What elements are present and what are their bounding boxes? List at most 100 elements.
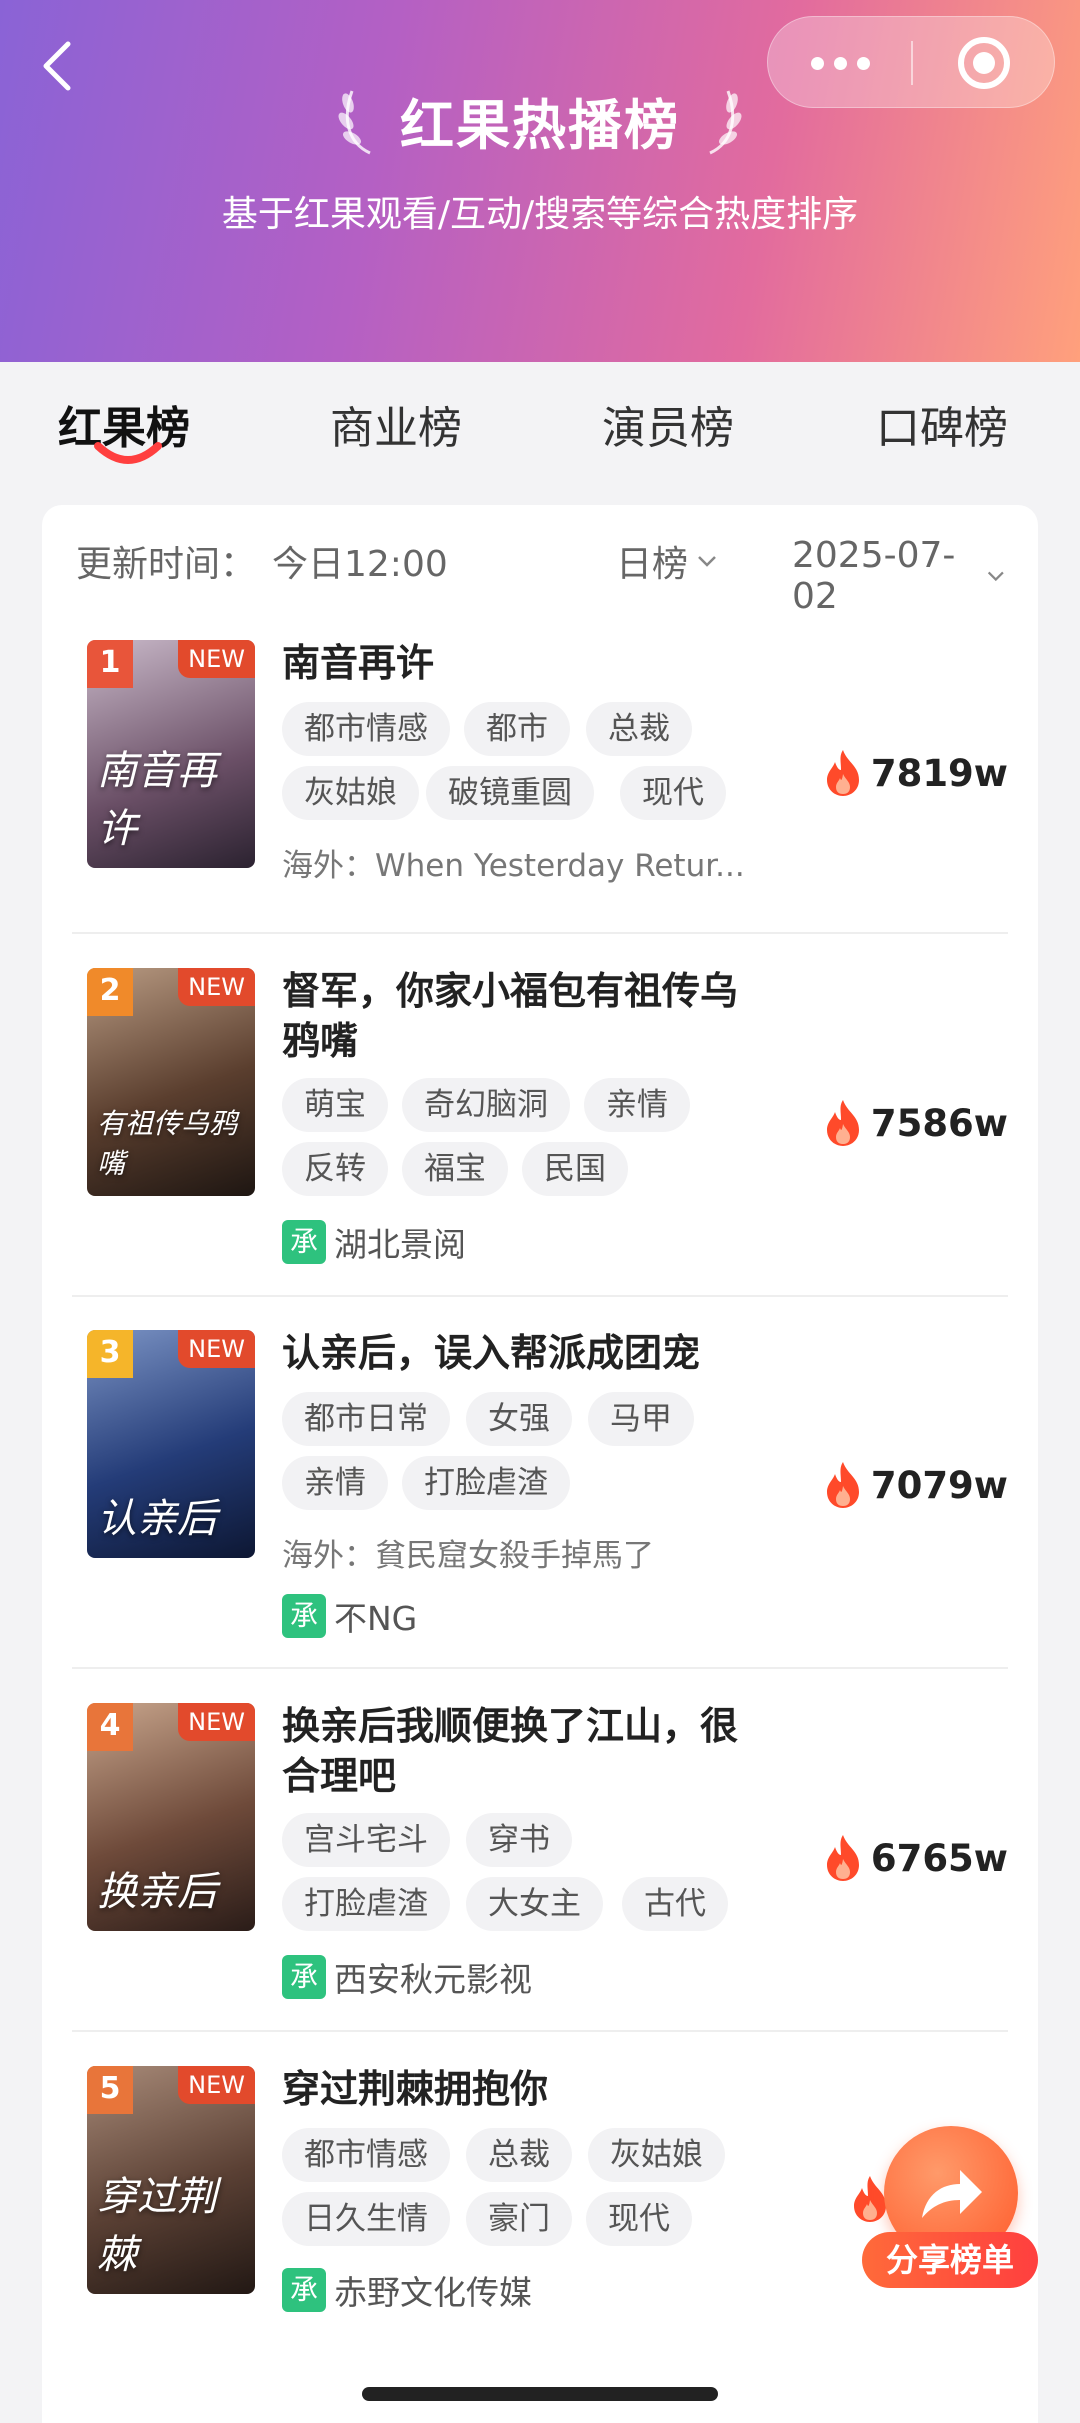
- poster-title: 有祖传乌鸦嘴: [97, 1107, 238, 1180]
- tag[interactable]: 日久生情: [282, 2192, 450, 2246]
- list-item[interactable]: 1 NEW 南音再许 南音再许 都市情感 都市 总裁 灰姑娘 破镜重圆 现代 海…: [42, 640, 1038, 940]
- page-title: 红果热播榜: [400, 93, 680, 157]
- tab-reputation[interactable]: 口碑榜: [876, 392, 1008, 456]
- tag[interactable]: 大女主: [466, 1877, 603, 1931]
- tag[interactable]: 灰姑娘: [588, 2128, 725, 2182]
- drama-title[interactable]: 穿过荆棘拥抱你: [282, 2064, 762, 2114]
- laurel-left-icon: [338, 90, 371, 155]
- tag[interactable]: 古代: [622, 1877, 728, 1931]
- tag[interactable]: 都市情感: [282, 702, 450, 756]
- update-time-value: 今日12:00: [272, 544, 448, 585]
- home-indicator[interactable]: [362, 2387, 718, 2401]
- rank-badge: 4: [87, 1703, 133, 1751]
- ranking-tabs: 红果榜 商业榜 演员榜 口碑榜: [0, 362, 1080, 507]
- tag[interactable]: 灰姑娘: [282, 766, 419, 820]
- list-item[interactable]: 4 NEW 换亲后 换亲后我顺便换了江山，很合理吧 宫斗宅斗 穿书 打脸虐渣 大…: [42, 1703, 1038, 2033]
- chevron-down-icon: [988, 571, 1005, 582]
- tag[interactable]: 打脸虐渣: [282, 1877, 450, 1931]
- laurel-right-icon: [709, 90, 742, 155]
- date-value: 2025-07-02: [792, 535, 956, 617]
- rank-badge: 2: [87, 968, 133, 1016]
- poster-title: 穿过荆棘: [97, 2174, 217, 2278]
- tag[interactable]: 宫斗宅斗: [282, 1813, 450, 1867]
- overseas-title: 海外：When Yesterday Retur...: [282, 848, 745, 884]
- heat-score: 7079w: [823, 1460, 1008, 1510]
- producer-badge: 承: [282, 1955, 326, 1999]
- tag[interactable]: 都市: [464, 702, 570, 756]
- share-ranking-button[interactable]: 分享榜单: [862, 2126, 1062, 2294]
- producer-badge: 承: [282, 2268, 326, 2312]
- producer[interactable]: 承 西安秋元影视: [282, 1953, 532, 2001]
- chevron-down-icon: [698, 556, 716, 567]
- drama-poster[interactable]: 1 NEW 南音再许: [87, 640, 255, 868]
- new-badge: NEW: [178, 640, 255, 678]
- tab-commercial[interactable]: 商业榜: [330, 392, 462, 456]
- drama-poster[interactable]: 4 NEW 换亲后: [87, 1703, 255, 1931]
- heat-value: 6765w: [870, 1836, 1008, 1880]
- drama-title[interactable]: 换亲后我顺便换了江山，很合理吧: [282, 1701, 762, 1801]
- tag[interactable]: 穿书: [466, 1813, 572, 1867]
- item-divider: [72, 1667, 1008, 1669]
- flame-icon: [826, 1100, 859, 1146]
- tag[interactable]: 亲情: [584, 1078, 690, 1132]
- tag[interactable]: 都市日常: [282, 1392, 450, 1446]
- item-divider: [72, 1295, 1008, 1297]
- drama-title[interactable]: 认亲后，误入帮派成团宠: [282, 1328, 762, 1378]
- tag[interactable]: 现代: [586, 2192, 692, 2246]
- drama-poster[interactable]: 5 NEW 穿过荆棘: [87, 2066, 255, 2294]
- period-value: 日榜: [616, 544, 689, 585]
- tag[interactable]: 亲情: [282, 1456, 388, 1510]
- poster-title: 南音再许: [97, 748, 217, 852]
- flame-icon: [826, 750, 859, 796]
- new-badge: NEW: [178, 1330, 255, 1368]
- tag[interactable]: 现代: [620, 766, 726, 820]
- capsule-divider: [911, 41, 913, 85]
- tag[interactable]: 萌宝: [282, 1078, 388, 1132]
- header-banner: 红果热播榜 基于红果观看/互动/搜索等综合热度排序: [0, 0, 1080, 362]
- tag[interactable]: 民国: [522, 1142, 628, 1196]
- tag[interactable]: 奇幻脑洞: [402, 1078, 570, 1132]
- producer[interactable]: 承 不NG: [282, 1592, 417, 1640]
- producer[interactable]: 承 湖北景阅: [282, 1218, 466, 1266]
- tag[interactable]: 打脸虐渣: [402, 1456, 570, 1510]
- tag[interactable]: 豪门: [466, 2192, 572, 2246]
- heat-score: 6765w: [823, 1833, 1008, 1883]
- share-label: 分享榜单: [862, 2232, 1038, 2288]
- producer-name: 不NG: [334, 1599, 418, 1638]
- producer-name: 赤野文化传媒: [334, 2273, 532, 2312]
- tag[interactable]: 都市情感: [282, 2128, 450, 2182]
- item-divider: [72, 932, 1008, 934]
- tag[interactable]: 总裁: [586, 702, 692, 756]
- drama-title[interactable]: 南音再许: [282, 638, 762, 688]
- drama-poster[interactable]: 3 NEW 认亲后: [87, 1330, 255, 1558]
- tag[interactable]: 福宝: [402, 1142, 508, 1196]
- active-tab-indicator: [94, 442, 162, 464]
- heat-value: 7079w: [870, 1463, 1008, 1507]
- date-dropdown[interactable]: 2025-07-02: [792, 535, 1006, 617]
- heat-value: 7586w: [870, 1101, 1008, 1145]
- update-time-label: 更新时间：: [76, 544, 257, 585]
- item-divider: [72, 2030, 1008, 2032]
- tag[interactable]: 马甲: [588, 1392, 694, 1446]
- heat-value: 7819w: [870, 751, 1008, 795]
- producer-name: 湖北景阅: [334, 1225, 466, 1264]
- drama-title[interactable]: 督军，你家小福包有祖传乌鸦嘴: [282, 966, 762, 1066]
- new-badge: NEW: [178, 968, 255, 1006]
- tab-actor[interactable]: 演员榜: [602, 392, 734, 456]
- new-badge: NEW: [178, 2066, 255, 2104]
- tag[interactable]: 破镜重圆: [426, 766, 594, 820]
- new-badge: NEW: [178, 1703, 255, 1741]
- tag[interactable]: 总裁: [466, 2128, 572, 2182]
- share-arrow-icon: [922, 2170, 982, 2218]
- drama-poster[interactable]: 2 NEW 有祖传乌鸦嘴: [87, 968, 255, 1196]
- tag[interactable]: 女强: [466, 1392, 572, 1446]
- period-dropdown[interactable]: 日榜: [616, 535, 718, 587]
- list-item[interactable]: 2 NEW 有祖传乌鸦嘴 督军，你家小福包有祖传乌鸦嘴 萌宝 奇幻脑洞 亲情 反…: [42, 968, 1038, 1298]
- filter-row: 更新时间： 今日12:00 日榜 2025-07-02: [76, 535, 1006, 617]
- producer[interactable]: 承 赤野文化传媒: [282, 2266, 532, 2314]
- producer-badge: 承: [282, 1594, 326, 1638]
- tag[interactable]: 反转: [282, 1142, 388, 1196]
- list-item[interactable]: 3 NEW 认亲后 认亲后，误入帮派成团宠 都市日常 女强 马甲 亲情 打脸虐渣…: [42, 1330, 1038, 1670]
- poster-title: 认亲后: [97, 1496, 217, 1542]
- rank-badge: 1: [87, 640, 133, 688]
